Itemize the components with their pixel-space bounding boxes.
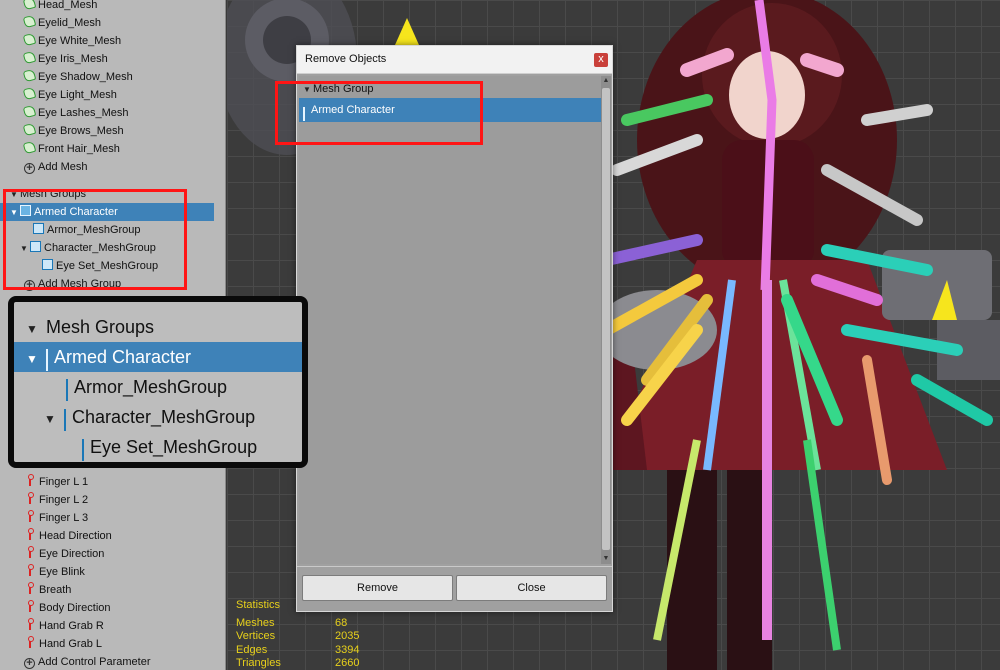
mesh-item[interactable]: Eye Light_Mesh [22, 86, 225, 104]
mesh-group-icon [82, 439, 84, 461]
add-mesh-button[interactable]: + Add Mesh [24, 158, 225, 176]
zoom-item: ▼ Character_MeshGroup [14, 402, 302, 432]
mesh-group-icon [46, 349, 48, 371]
bone-icon [27, 582, 34, 594]
mesh-icon [22, 50, 37, 65]
scroll-down-icon[interactable]: ▼ [602, 555, 610, 563]
mesh-item[interactable]: Eye Shadow_Mesh [22, 68, 225, 86]
control-param-item[interactable]: Eye Direction [24, 545, 225, 563]
bone-icon [27, 618, 34, 630]
control-param-item[interactable]: Breath [24, 581, 225, 599]
expand-arrow-icon: ▼ [26, 352, 38, 366]
mesh-icon [22, 122, 37, 137]
bone-icon [27, 564, 34, 576]
mesh-item[interactable]: Eye Brows_Mesh [22, 122, 225, 140]
mesh-item[interactable]: Eye Iris_Mesh [22, 50, 225, 68]
bone-icon [27, 492, 34, 504]
mesh-group-icon [66, 379, 68, 401]
bone-icon [27, 546, 34, 558]
mesh-icon [22, 32, 37, 47]
object-list [299, 76, 601, 564]
vertical-scrollbar[interactable]: ▲ ▼ [601, 76, 611, 564]
zoom-mesh-groups-header: ▼ Mesh Groups [14, 312, 302, 342]
bone-icon [27, 510, 34, 522]
control-param-item[interactable]: Finger L 3 [24, 509, 225, 527]
bone-icon [27, 636, 34, 648]
dialog-title: Remove Objects [305, 53, 387, 65]
control-param-item[interactable]: Hand Grab L [24, 635, 225, 653]
remove-button[interactable]: Remove [302, 575, 453, 601]
zoom-item-selected: ▼ Armed Character [14, 342, 302, 372]
bone-icon [27, 474, 34, 486]
control-param-item[interactable]: Body Direction [24, 599, 225, 617]
divider [297, 566, 612, 567]
control-param-item[interactable]: Finger L 1 [24, 473, 225, 491]
scroll-up-icon[interactable]: ▲ [602, 77, 610, 85]
stat-row: Triangles 2660 [236, 657, 360, 669]
bone-icon [27, 600, 34, 612]
mesh-icon [22, 86, 37, 101]
control-param-item[interactable]: Hand Grab R [24, 617, 225, 635]
mesh-item[interactable]: Eye Lashes_Mesh [22, 104, 225, 122]
mesh-icon [22, 104, 37, 119]
stat-row: Edges 3394 [236, 643, 360, 656]
bone-icon [27, 528, 34, 540]
mesh-icon [22, 14, 37, 29]
zoom-item: Eye Set_MeshGroup [14, 432, 302, 462]
scrollbar-thumb[interactable] [602, 88, 610, 550]
stat-row: Meshes 68 [236, 616, 348, 629]
zoom-callout: ▼ Mesh Groups ▼ Armed Character Armor_Mesh… [8, 296, 308, 468]
mesh-group-icon [64, 409, 66, 431]
stat-row: Vertices 2035 [236, 630, 360, 642]
control-param-item[interactable]: Eye Blink [24, 563, 225, 581]
mesh-item[interactable]: Head_Mesh [22, 0, 225, 14]
control-param-item[interactable]: Head Direction [24, 527, 225, 545]
close-button[interactable]: Close [456, 575, 607, 601]
highlight-box-dialog [275, 81, 483, 145]
highlight-box-hierarchy [3, 189, 187, 290]
mesh-item[interactable]: Eye White_Mesh [22, 32, 225, 50]
plus-icon: + [24, 658, 35, 669]
plus-icon: + [24, 163, 35, 174]
mesh-icon [22, 140, 37, 155]
mesh-item[interactable]: Eyelid_Mesh [22, 14, 225, 32]
expand-arrow-icon: ▼ [26, 322, 38, 336]
close-icon[interactable]: x [594, 53, 608, 67]
zoom-item: Armor_MeshGroup [14, 372, 302, 402]
mesh-item[interactable]: Front Hair_Mesh [22, 140, 225, 158]
mesh-icon [22, 68, 37, 83]
mesh-icon [22, 0, 37, 11]
add-control-param-button[interactable]: + Add Control Parameter [24, 653, 225, 670]
dialog-titlebar[interactable]: Remove Objects x [297, 46, 612, 74]
control-param-item[interactable]: Finger L 2 [24, 491, 225, 509]
expand-arrow-icon: ▼ [44, 412, 56, 426]
